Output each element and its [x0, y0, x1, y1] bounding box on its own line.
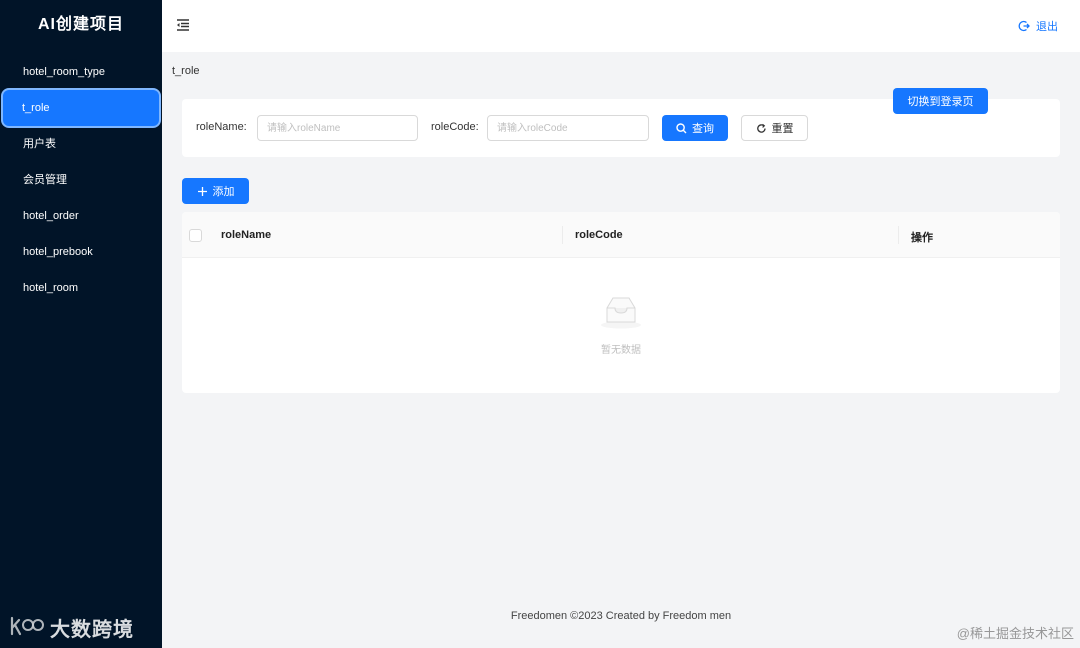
logout-icon — [1018, 20, 1030, 32]
plus-icon — [197, 186, 208, 197]
top-header: 退出 — [162, 0, 1080, 52]
logout-button[interactable]: 退出 — [1018, 18, 1058, 34]
column-header-role-name[interactable]: roleName — [221, 229, 271, 241]
table-header: roleName roleCode 操作 — [182, 212, 1060, 258]
select-all-checkbox[interactable] — [189, 229, 202, 242]
add-button[interactable]: 添加 — [182, 178, 249, 204]
logout-label: 退出 — [1036, 21, 1058, 33]
column-divider[interactable] — [562, 226, 563, 244]
breadcrumb: t_role — [172, 65, 200, 77]
footer: Freedomen ©2023 Created by Freedom men — [510, 610, 732, 622]
empty-inbox-icon — [182, 294, 1060, 335]
watermark-text: 大数跨境 — [50, 619, 134, 641]
role-code-input[interactable] — [487, 115, 649, 141]
column-header-actions: 操作 — [911, 232, 933, 244]
query-button[interactable]: 查询 — [662, 115, 728, 141]
reset-button-label: 重置 — [771, 123, 794, 135]
brand-title: AI创建项目 — [37, 16, 124, 33]
app-root: AI创建项目 hotel_room_type t_role 用户表 会员管理 h… — [0, 0, 1080, 648]
add-button-label: 添加 — [212, 186, 235, 198]
sidebar-item-hotel-prebook[interactable]: hotel_prebook — [2, 234, 160, 270]
column-header-role-code[interactable]: roleCode — [575, 229, 623, 241]
menu-fold-icon[interactable] — [175, 17, 191, 33]
watermark-logo-icon — [10, 614, 44, 641]
role-code-label: roleCode: — [431, 121, 479, 133]
empty-state: 暂无数据 — [182, 294, 1060, 356]
reset-button[interactable]: 重置 — [741, 115, 808, 141]
sidebar-item-hotel-order[interactable]: hotel_order — [2, 198, 160, 234]
sidebar-menu: hotel_room_type t_role 用户表 会员管理 hotel_or… — [0, 54, 162, 306]
switch-to-login-button[interactable]: 切换到登录页 — [893, 88, 988, 114]
data-table: roleName roleCode 操作 暂无数据 — [182, 212, 1060, 393]
role-name-label: roleName: — [196, 121, 247, 133]
empty-text: 暂无数据 — [601, 345, 641, 356]
role-name-input[interactable] — [257, 115, 418, 141]
sidebar-item-user-table[interactable]: 用户表 — [2, 126, 160, 162]
sidebar-item-hotel-room-type[interactable]: hotel_room_type — [2, 54, 160, 90]
search-icon — [676, 122, 687, 134]
query-button-label: 查询 — [692, 123, 714, 135]
column-divider[interactable] — [898, 226, 899, 244]
reload-icon — [756, 123, 767, 134]
sidebar: AI创建项目 hotel_room_type t_role 用户表 会员管理 h… — [0, 0, 162, 648]
watermark-juejin: @稀土掘金技术社区 — [956, 626, 1074, 641]
watermark-logo: 大数跨境 — [10, 613, 134, 642]
sidebar-item-member-management[interactable]: 会员管理 — [2, 162, 160, 198]
sidebar-item-hotel-room[interactable]: hotel_room — [2, 270, 160, 306]
sidebar-item-t-role[interactable]: t_role — [3, 90, 159, 126]
